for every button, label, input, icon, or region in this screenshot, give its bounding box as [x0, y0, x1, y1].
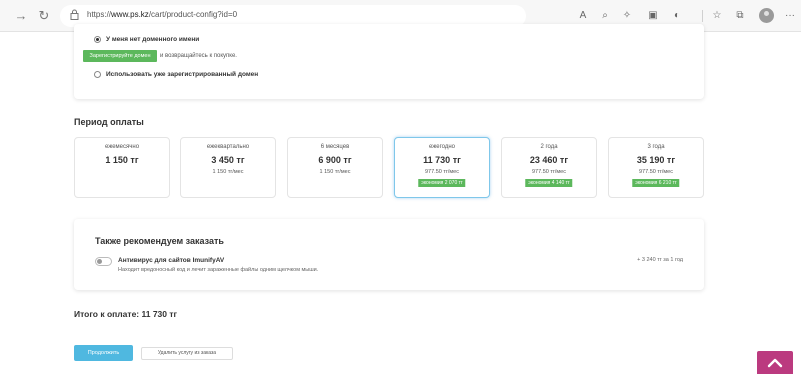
- domain-options-card: У меня нет доменного имени Зарегистрируй…: [74, 24, 704, 99]
- period-per-month: 977.50 тг/мес: [639, 169, 673, 175]
- back-icon[interactable]: →: [13, 8, 29, 24]
- savings-badge: экономия 4 140 тг: [525, 179, 573, 187]
- register-domain-button[interactable]: Зарегистрируйте домен: [83, 50, 157, 62]
- period-label: 3 года: [647, 144, 665, 150]
- immersive-reader-icon[interactable]: ▣: [646, 9, 660, 23]
- period-label: ежеквартально: [206, 144, 250, 150]
- register-domain-suffix: и возвращайтесь к покупке.: [160, 53, 237, 59]
- recommend-item-description: Находит вредоносный код и лечит зараженн…: [118, 267, 319, 273]
- period-per-month: 977.50 тг/мес: [532, 169, 566, 175]
- tracking-icon[interactable]: ◐: [670, 9, 684, 23]
- period-price: 1 150 тг: [105, 155, 139, 165]
- period-label: ежегодно: [428, 144, 456, 150]
- period-option-quarterly[interactable]: ежеквартально 3 450 тг 1 150 тг/мес: [180, 137, 276, 198]
- payment-period-title: Период оплаты: [74, 117, 144, 127]
- order-total: Итого к оплате: 11 730 тг: [74, 309, 178, 319]
- lock-icon[interactable]: [70, 9, 79, 20]
- period-option-yearly[interactable]: ежегодно 11 730 тг 977.50 тг/мес экономи…: [394, 137, 490, 198]
- favorites-icon[interactable]: ☆: [710, 9, 724, 23]
- chevron-up-icon: [767, 358, 783, 368]
- radio-no-domain[interactable]: [94, 36, 101, 43]
- period-label: 2 года: [540, 144, 558, 150]
- extensions-icon[interactable]: ✧: [620, 9, 634, 23]
- refresh-icon[interactable]: ↻: [36, 8, 52, 24]
- period-price: 6 900 тг: [318, 155, 352, 165]
- recommend-item-name: Антивирус для сайтов ImunifyAV: [118, 257, 225, 264]
- url-text: https://www.ps.kz/cart/product-config?id…: [87, 10, 237, 19]
- period-price: 35 190 тг: [636, 155, 676, 165]
- period-option-monthly[interactable]: ежемесячно 1 150 тг: [74, 137, 170, 198]
- option-use-existing-label: Использовать уже зарегистрированный доме…: [106, 71, 259, 78]
- toolbar-divider: [702, 10, 703, 22]
- zoom-icon[interactable]: ⌕: [598, 9, 612, 23]
- read-aloud-icon[interactable]: A: [576, 9, 590, 23]
- period-option-6-months[interactable]: 6 месяцев 6 900 тг 1 150 тг/мес: [287, 137, 383, 198]
- url-prefix: https://: [87, 10, 112, 19]
- option-no-domain-label: У меня нет доменного имени: [106, 36, 200, 43]
- period-price: 3 450 тг: [211, 155, 245, 165]
- period-option-2-years[interactable]: 2 года 23 460 тг 977.50 тг/мес экономия …: [501, 137, 597, 198]
- period-option-3-years[interactable]: 3 года 35 190 тг 977.50 тг/мес экономия …: [608, 137, 704, 198]
- url-host: www.ps.kz: [111, 10, 149, 19]
- recommend-title: Также рекомендуем заказать: [95, 236, 224, 246]
- recommend-card: Также рекомендуем заказать Антивирус для…: [74, 219, 704, 290]
- period-per-month: 1 150 тг/мес: [212, 169, 244, 175]
- more-icon[interactable]: ···: [783, 9, 797, 23]
- radio-use-existing-domain[interactable]: [94, 71, 101, 78]
- savings-badge: экономия 6 210 тг: [632, 179, 680, 187]
- period-per-month: 1 150 тг/мес: [319, 169, 351, 175]
- savings-badge: экономия 2 070 тг: [418, 179, 466, 187]
- url-path: /cart/product-config?id=0: [148, 10, 238, 19]
- page-content: У меня нет доменного имени Зарегистрируй…: [0, 24, 801, 374]
- period-price: 23 460 тг: [529, 155, 569, 165]
- period-per-month: 977.50 тг/мес: [425, 169, 459, 175]
- period-price: 11 730 тг: [423, 155, 461, 165]
- antivirus-toggle[interactable]: [95, 257, 112, 266]
- recommend-item-price: + 3 240 тг за 1 год: [637, 257, 683, 263]
- profile-icon[interactable]: [759, 8, 774, 23]
- period-label: 6 месяцев: [320, 144, 350, 150]
- scroll-to-top-button[interactable]: [757, 351, 793, 374]
- remove-service-button[interactable]: Удалить услугу из заказа: [141, 347, 233, 360]
- period-label: ежемесячно: [104, 144, 140, 150]
- continue-button[interactable]: Продолжить: [74, 345, 133, 361]
- collections-icon[interactable]: ⧉: [733, 9, 747, 23]
